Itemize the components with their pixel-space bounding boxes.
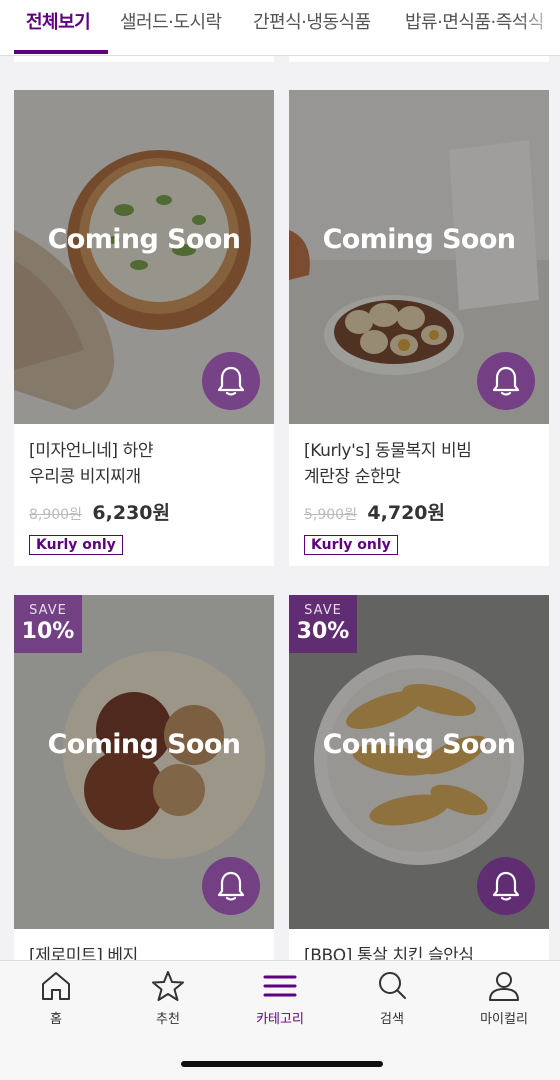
home-icon bbox=[42, 972, 70, 1000]
restock-alert-button[interactable] bbox=[477, 352, 535, 410]
previous-card-stub bbox=[289, 56, 549, 62]
discount-badge: SAVE 10% bbox=[14, 595, 82, 653]
active-tab-indicator bbox=[14, 50, 108, 54]
tab-scroll-fade bbox=[520, 0, 560, 55]
restock-alert-button[interactable] bbox=[477, 857, 535, 915]
star-icon bbox=[152, 971, 184, 1001]
original-price: 8,900원 bbox=[29, 507, 82, 523]
bell-icon bbox=[492, 871, 520, 901]
kurly-only-tag: Kurly only bbox=[29, 535, 123, 555]
nav-category[interactable]: 카테고리 bbox=[224, 969, 336, 1027]
category-tab-bar: 전체보기 샐러드·도시락 간편식·냉동식품 밥류·면식품·즉석식 bbox=[0, 0, 560, 56]
product-name[interactable]: [미자언니네] 하얀 우리콩 비지찌개 bbox=[29, 438, 260, 490]
bell-icon bbox=[217, 366, 245, 396]
bell-icon bbox=[217, 871, 245, 901]
restock-alert-button[interactable] bbox=[202, 857, 260, 915]
product-name[interactable]: [제로미트] 베지 bbox=[29, 943, 260, 960]
restock-alert-button[interactable] bbox=[202, 352, 260, 410]
nav-home[interactable]: 홈 bbox=[0, 969, 112, 1027]
nav-my-kurly[interactable]: 마이컬리 bbox=[448, 969, 560, 1027]
search-icon bbox=[379, 972, 406, 999]
product-image[interactable]: Coming Soon bbox=[289, 90, 549, 424]
kurly-only-tag: Kurly only bbox=[304, 535, 398, 555]
nav-recommend[interactable]: 추천 bbox=[112, 969, 224, 1027]
product-card[interactable]: Coming Soon [Kurly's] 동물복지 비빔 계란장 순한맛 5,… bbox=[289, 90, 549, 566]
nav-search[interactable]: 검색 bbox=[336, 969, 448, 1027]
bell-icon bbox=[492, 366, 520, 396]
product-image[interactable]: SAVE 30% Coming Soon bbox=[289, 595, 549, 929]
original-price: 5,900원 bbox=[304, 507, 357, 523]
discount-badge: SAVE 30% bbox=[289, 595, 357, 653]
sale-price: 4,720원 bbox=[367, 502, 446, 524]
product-card[interactable]: SAVE 10% Coming Soon [제로미트] 베지 bbox=[14, 595, 274, 960]
coming-soon-label: Coming Soon bbox=[322, 729, 516, 760]
tab-salad-lunchbox[interactable]: 샐러드·도시락 bbox=[120, 0, 222, 55]
previous-card-stub bbox=[14, 56, 274, 62]
tab-all[interactable]: 전체보기 bbox=[26, 0, 91, 55]
product-name[interactable]: [Kurly's] 동물복지 비빔 계란장 순한맛 bbox=[304, 438, 535, 490]
product-name[interactable]: [BBQ] 통살 치킨 슬안심 bbox=[304, 943, 535, 960]
product-list[interactable]: Coming Soon [미자언니네] 하얀 우리콩 비지찌개 8,900원 6… bbox=[0, 56, 560, 960]
product-card[interactable]: Coming Soon [미자언니네] 하얀 우리콩 비지찌개 8,900원 6… bbox=[14, 90, 274, 566]
sale-price: 6,230원 bbox=[92, 502, 171, 524]
product-card[interactable]: SAVE 30% Coming Soon [BBQ] 통살 치킨 슬안심 bbox=[289, 595, 549, 960]
coming-soon-label: Coming Soon bbox=[47, 729, 241, 760]
menu-icon bbox=[263, 975, 297, 997]
coming-soon-label: Coming Soon bbox=[322, 224, 516, 255]
home-indicator[interactable] bbox=[181, 1061, 383, 1067]
product-image[interactable]: Coming Soon bbox=[14, 90, 274, 424]
tab-convenience-frozen[interactable]: 간편식·냉동식품 bbox=[253, 0, 371, 55]
product-image[interactable]: SAVE 10% Coming Soon bbox=[14, 595, 274, 929]
coming-soon-label: Coming Soon bbox=[47, 224, 241, 255]
user-icon bbox=[489, 972, 519, 1001]
